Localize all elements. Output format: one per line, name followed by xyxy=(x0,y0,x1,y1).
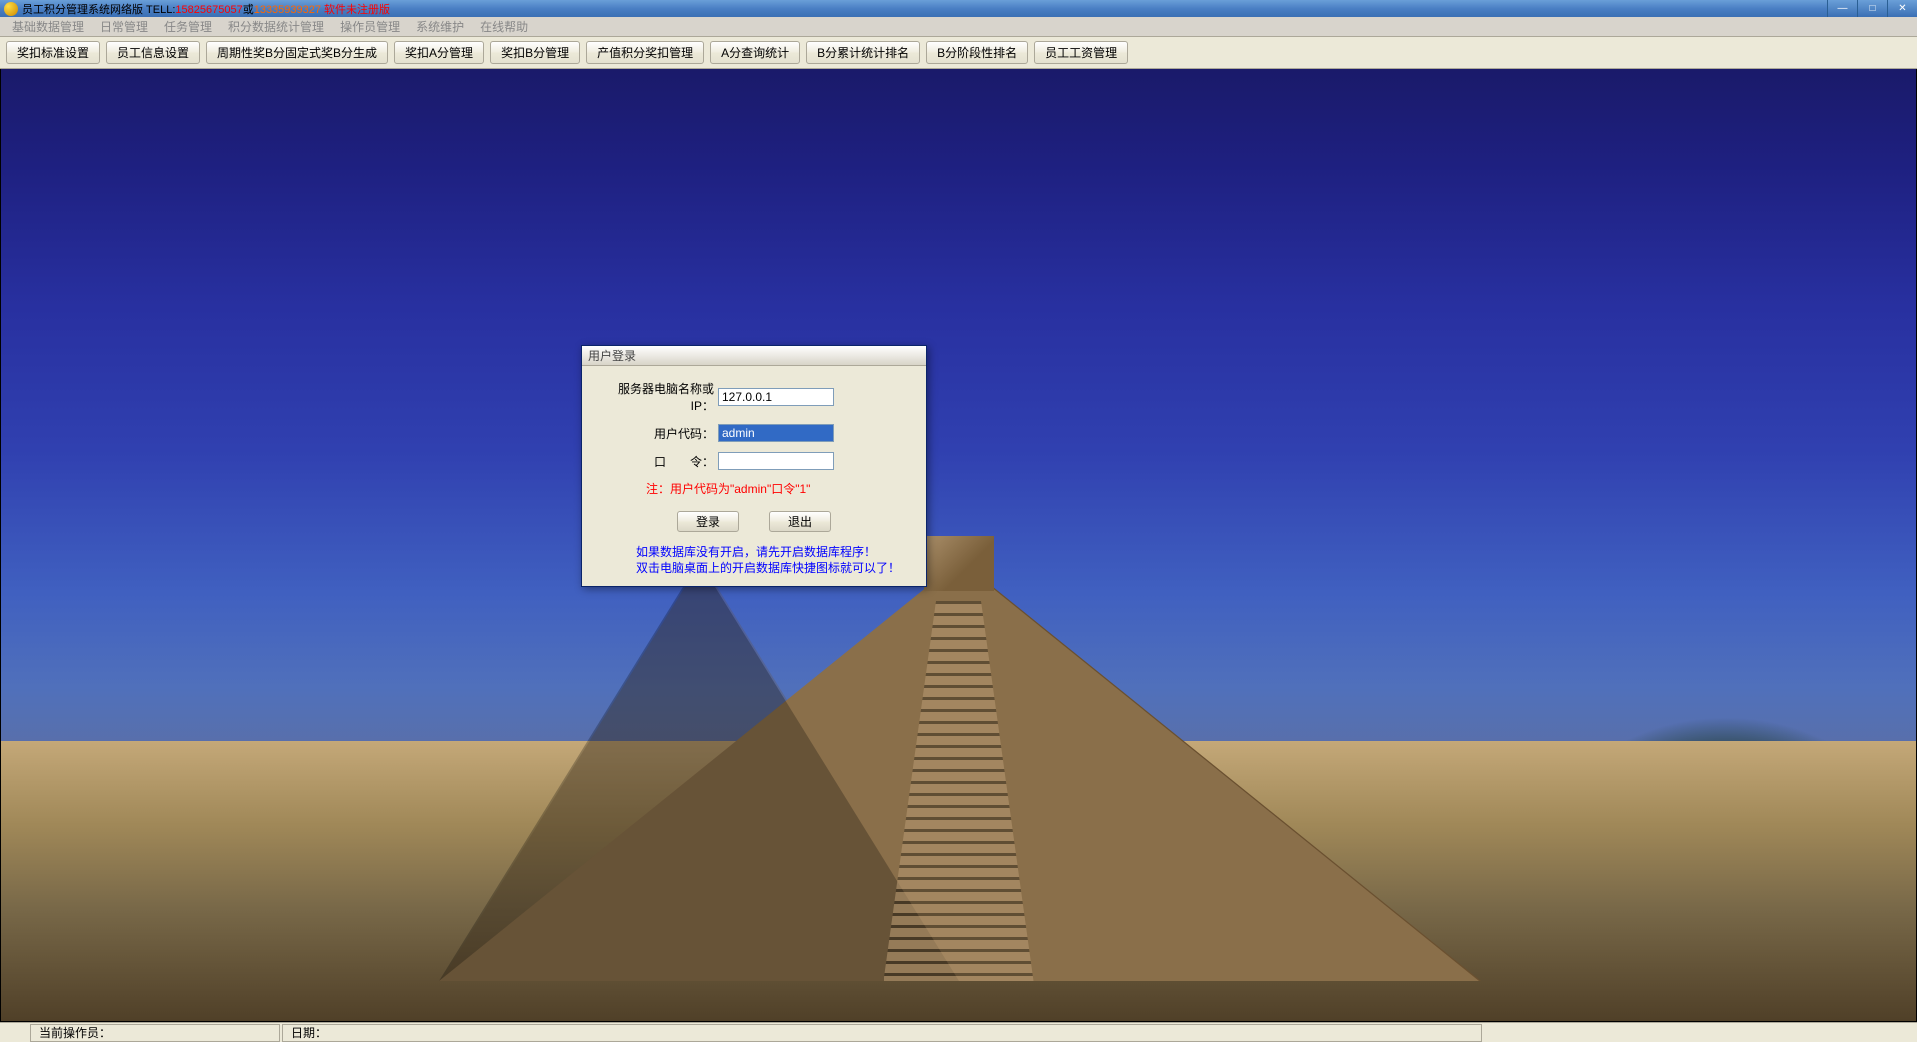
window-titlebar: 员工积分管理系统网络版 TELL:15825675057或13335939327… xyxy=(0,0,1917,17)
app-icon xyxy=(4,2,18,16)
tool-b-cumulative[interactable]: B分累计统计排名 xyxy=(806,41,920,64)
background-decoration xyxy=(924,536,994,591)
help-text: 如果数据库没有开启，请先开启数据库程序！ 双击电脑桌面上的开启数据库快捷图标就可… xyxy=(636,544,912,576)
note-text: 注：用户代码为"admin"口令"1" xyxy=(646,480,912,497)
window-title: 员工积分管理系统网络版 TELL:15825675057或13335939327… xyxy=(22,1,390,17)
user-input[interactable] xyxy=(718,424,834,442)
tool-output-reward[interactable]: 产值积分奖扣管理 xyxy=(586,41,704,64)
tool-salary[interactable]: 员工工资管理 xyxy=(1034,41,1128,64)
password-input[interactable] xyxy=(718,452,834,470)
menu-stats[interactable]: 积分数据统计管理 xyxy=(220,16,332,37)
tool-employee-info[interactable]: 员工信息设置 xyxy=(106,41,200,64)
toolbar: 奖扣标准设置 员工信息设置 周期性奖B分固定式奖B分生成 奖扣A分管理 奖扣B分… xyxy=(0,37,1917,69)
menubar: 基础数据管理 日常管理 任务管理 积分数据统计管理 操作员管理 系统维护 在线帮… xyxy=(0,17,1917,37)
minimize-button[interactable]: — xyxy=(1827,0,1857,17)
dialog-title: 用户登录 xyxy=(582,346,926,366)
status-date: 日期： xyxy=(282,1024,1482,1042)
login-button[interactable]: 登录 xyxy=(677,511,739,532)
tool-reward-standard[interactable]: 奖扣标准设置 xyxy=(6,41,100,64)
status-operator: 当前操作员： xyxy=(30,1024,280,1042)
statusbar: 当前操作员： 日期： xyxy=(0,1022,1917,1042)
help-line2: 双击电脑桌面上的开启数据库快捷图标就可以了！ xyxy=(636,560,912,576)
server-label: 服务器电脑名称或IP： xyxy=(596,380,718,414)
menu-system[interactable]: 系统维护 xyxy=(408,16,472,37)
server-row: 服务器电脑名称或IP： xyxy=(596,380,912,414)
dialog-body: 服务器电脑名称或IP： 用户代码： 口 令： 注：用户代码为"admin"口令"… xyxy=(582,366,926,586)
menu-basic-data[interactable]: 基础数据管理 xyxy=(4,16,92,37)
user-label: 用户代码： xyxy=(596,425,718,442)
content-area: 用户登录 服务器电脑名称或IP： 用户代码： 口 令： 注：用户代码为"admi… xyxy=(0,69,1917,1022)
menu-operator[interactable]: 操作员管理 xyxy=(332,16,408,37)
window-controls: — □ ✕ xyxy=(1827,0,1917,17)
password-row: 口 令： xyxy=(596,452,912,470)
menu-help[interactable]: 在线帮助 xyxy=(472,16,536,37)
tool-b-stage[interactable]: B分阶段性排名 xyxy=(926,41,1028,64)
exit-button[interactable]: 退出 xyxy=(769,511,831,532)
close-button[interactable]: ✕ xyxy=(1887,0,1917,17)
tool-periodic-b[interactable]: 周期性奖B分固定式奖B分生成 xyxy=(206,41,388,64)
tool-reward-b[interactable]: 奖扣B分管理 xyxy=(490,41,580,64)
tool-a-query[interactable]: A分查询统计 xyxy=(710,41,800,64)
menu-task[interactable]: 任务管理 xyxy=(156,16,220,37)
help-line1: 如果数据库没有开启，请先开启数据库程序！ xyxy=(636,544,912,560)
password-label: 口 令： xyxy=(596,453,718,470)
maximize-button[interactable]: □ xyxy=(1857,0,1887,17)
user-row: 用户代码： xyxy=(596,424,912,442)
server-input[interactable] xyxy=(718,388,834,406)
button-row: 登录 退出 xyxy=(596,511,912,532)
menu-daily[interactable]: 日常管理 xyxy=(92,16,156,37)
login-dialog: 用户登录 服务器电脑名称或IP： 用户代码： 口 令： 注：用户代码为"admi… xyxy=(581,345,927,587)
tool-reward-a[interactable]: 奖扣A分管理 xyxy=(394,41,484,64)
